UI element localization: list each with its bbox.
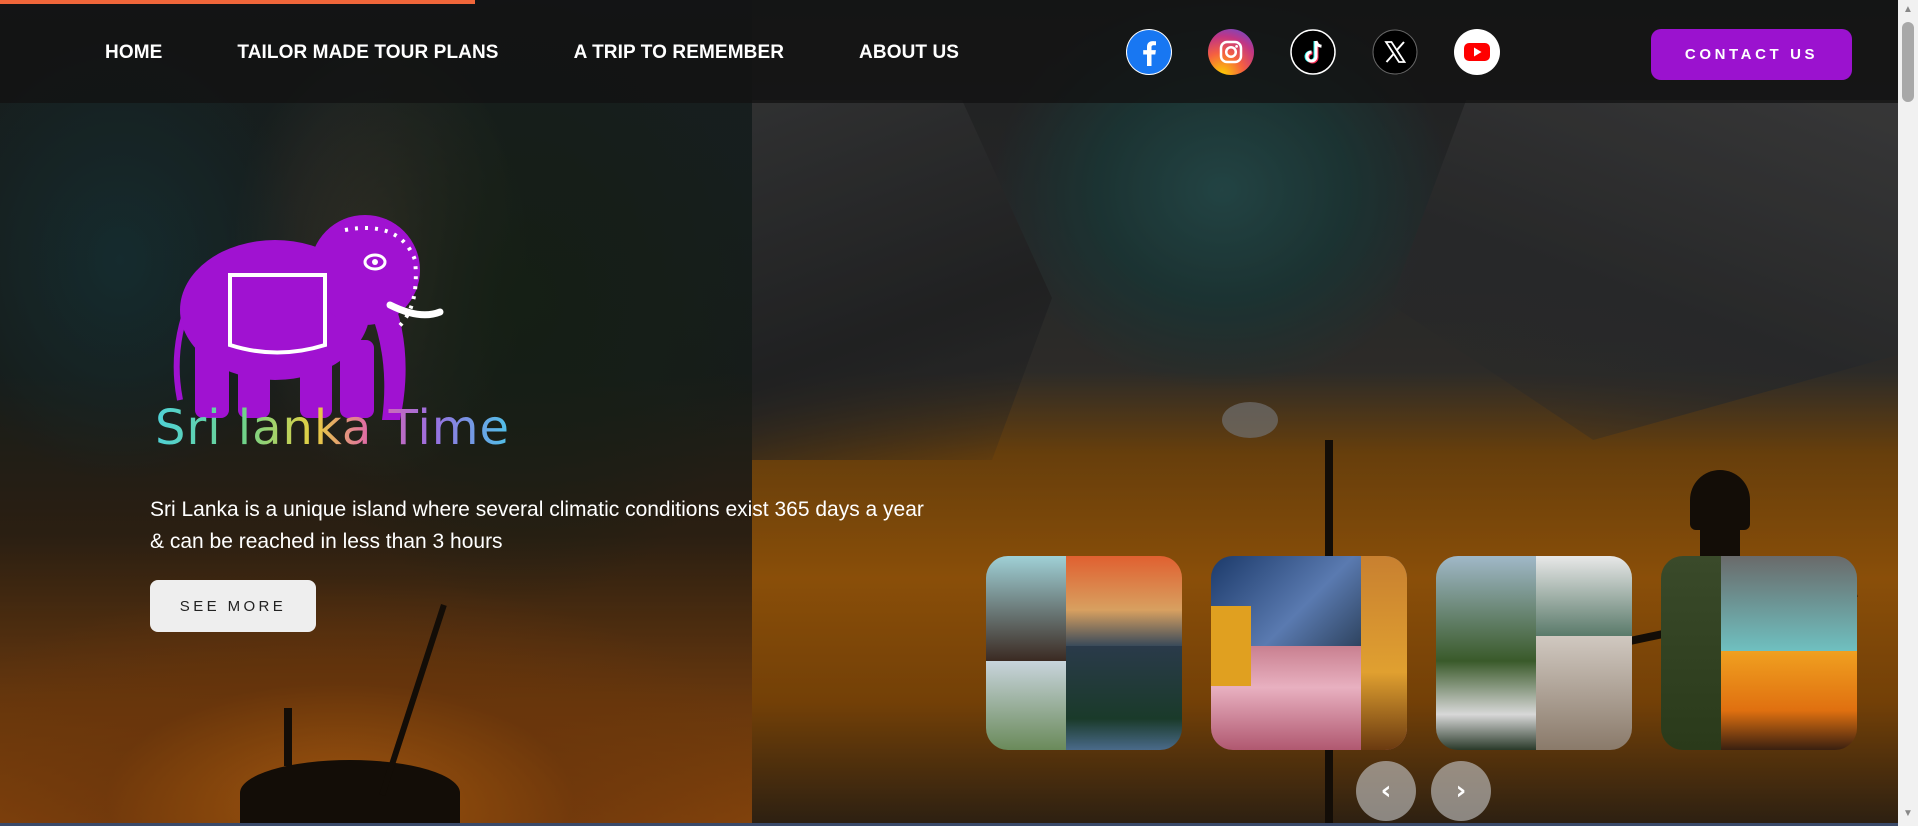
facebook-icon[interactable] <box>1126 29 1172 75</box>
nav-home[interactable]: HOME <box>105 42 162 64</box>
nav-links: HOME TAILOR MADE TOUR PLANS A TRIP TO RE… <box>105 42 1034 64</box>
logo-text: Sri lanka Time <box>155 400 511 456</box>
scroll-up-icon[interactable]: ▲ <box>1903 4 1913 15</box>
tiktok-icon[interactable] <box>1290 29 1336 75</box>
top-navbar: HOME TAILOR MADE TOUR PLANS A TRIP TO RE… <box>0 0 1898 103</box>
thumbnail-3[interactable] <box>1436 556 1632 750</box>
hero-tagline: Sri Lanka is a unique island where sever… <box>150 498 924 553</box>
scroll-down-icon[interactable]: ▼ <box>1903 808 1913 819</box>
carousel-next-button[interactable]: › <box>1431 761 1491 821</box>
nav-a-trip-to-remember[interactable]: A TRIP TO REMEMBER <box>574 42 784 64</box>
carousel-prev-button[interactable]: ‹ <box>1356 761 1416 821</box>
scroll-thumb[interactable] <box>1902 22 1914 102</box>
thumbnail-carousel <box>986 556 1886 750</box>
thumbnail-1[interactable] <box>986 556 1182 750</box>
page-progress-bar <box>0 0 475 4</box>
nav-about-us[interactable]: ABOUT US <box>859 42 959 64</box>
instagram-icon[interactable] <box>1208 29 1254 75</box>
social-links <box>1126 29 1536 75</box>
contact-us-button[interactable]: CONTACT US <box>1651 29 1852 80</box>
x-icon[interactable] <box>1372 29 1418 75</box>
page-scrollbar[interactable]: ▲ ▼ <box>1898 0 1918 826</box>
see-more-button[interactable]: SEE MORE <box>150 580 316 632</box>
youtube-icon[interactable] <box>1454 29 1500 75</box>
thumbnail-4[interactable] <box>1661 556 1857 750</box>
thumbnail-2[interactable] <box>1211 556 1407 750</box>
carousel-arrows: ‹ › <box>1356 761 1506 821</box>
nav-tailor-made-tour-plans[interactable]: TAILOR MADE TOUR PLANS <box>237 42 498 64</box>
